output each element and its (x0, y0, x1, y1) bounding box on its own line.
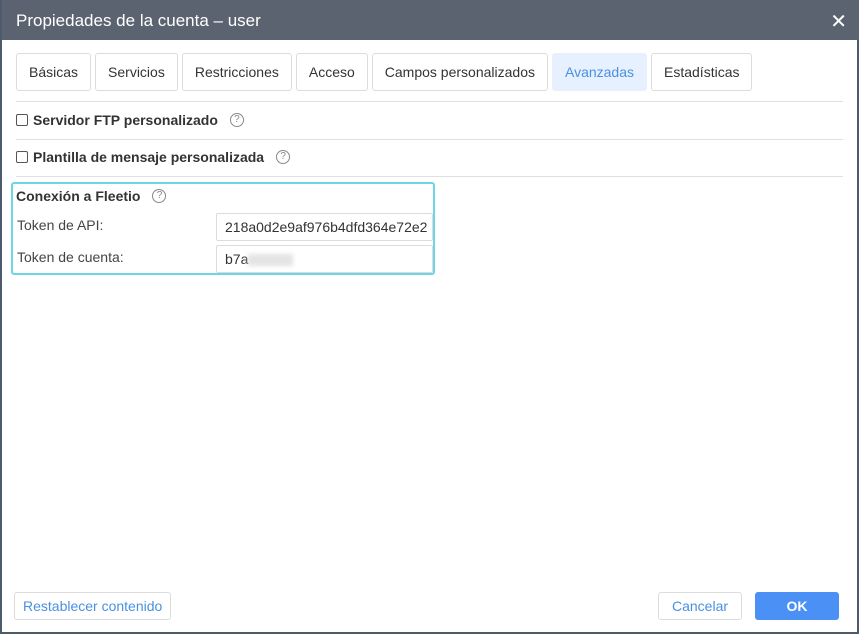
tab-basicas[interactable]: Básicas (16, 53, 92, 91)
api-token-input[interactable]: 218a0d2e9af976b4dfd364e72e2 (216, 213, 433, 241)
tab-avanzadas[interactable]: Avanzadas (551, 53, 647, 91)
account-properties-dialog: Propiedades de la cuenta – user ✕ Básicas… (0, 0, 859, 634)
cancel-button[interactable]: Cancelar (658, 592, 742, 620)
title-bar: Propiedades de la cuenta – user ✕ (2, 0, 859, 40)
dialog-title: Propiedades de la cuenta – user (16, 11, 261, 30)
template-label[interactable]: Plantilla de mensaje personalizada (33, 149, 264, 165)
fleetio-title: Conexión a Fleetio (16, 188, 141, 204)
divider (16, 101, 843, 102)
tab-estadisticas[interactable]: Estadísticas (651, 53, 753, 91)
help-icon[interactable]: ? (276, 150, 291, 164)
account-token-value: b7a (225, 251, 249, 267)
redacted-text (248, 254, 294, 267)
tab-campos-personalizados[interactable]: Campos personalizados (371, 53, 548, 91)
divider (16, 176, 843, 177)
api-token-label: Token de API: (17, 217, 104, 233)
ok-button[interactable]: OK (755, 592, 839, 620)
help-icon[interactable]: ? (152, 189, 167, 203)
account-token-input[interactable]: b7a (216, 245, 433, 273)
divider (16, 139, 843, 140)
ftp-checkbox[interactable] (16, 114, 28, 126)
fleetio-header: Conexión a Fleetio? (16, 188, 167, 204)
template-checkbox[interactable] (16, 151, 28, 163)
ftp-label[interactable]: Servidor FTP personalizado (33, 112, 218, 128)
close-icon[interactable]: ✕ (830, 9, 847, 34)
api-token-value: 218a0d2e9af976b4dfd364e72e2 (225, 219, 428, 235)
tab-acceso[interactable]: Acceso (295, 53, 368, 91)
tab-servicios[interactable]: Servicios (95, 53, 178, 91)
account-token-label: Token de cuenta: (17, 249, 124, 265)
help-icon[interactable]: ? (229, 113, 244, 127)
fleetio-section: Conexión a Fleetio? Token de API: 218a0d… (11, 182, 435, 275)
tab-restricciones[interactable]: Restricciones (181, 53, 292, 91)
ftp-option: Servidor FTP personalizado? (16, 112, 244, 128)
template-option: Plantilla de mensaje personalizada? (16, 149, 291, 165)
reset-button[interactable]: Restablecer contenido (14, 592, 172, 620)
tab-bar: Básicas Servicios Restricciones Acceso C… (16, 53, 753, 91)
